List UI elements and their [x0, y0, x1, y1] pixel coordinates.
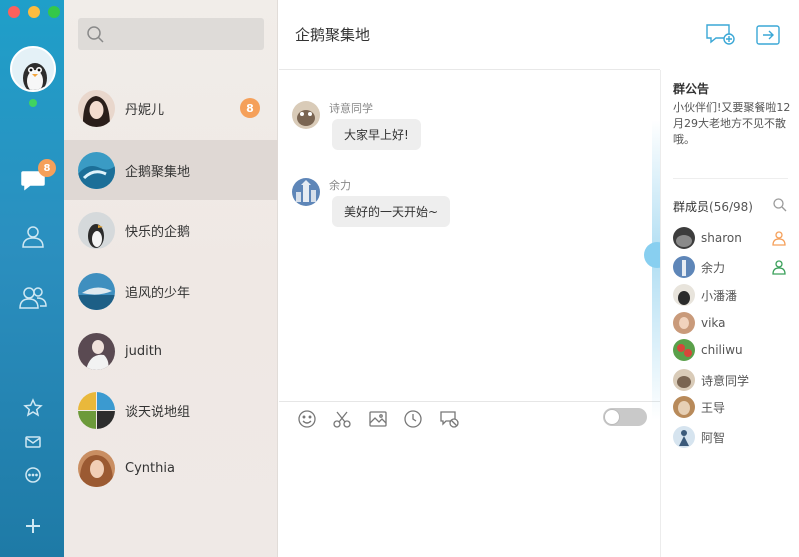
mail-icon[interactable] — [18, 427, 48, 457]
member-name: 余力 — [701, 260, 726, 275]
export-icon[interactable] — [755, 24, 787, 52]
message-sender: 诗意同学 — [329, 102, 373, 115]
chat-title: 企鹅聚集地 — [295, 26, 371, 44]
left-rail: 8 — [0, 0, 64, 557]
avatar — [673, 339, 695, 361]
avatar — [673, 369, 695, 391]
contact-icon[interactable] — [18, 221, 48, 251]
toggle-knob — [604, 409, 620, 425]
conversation-item[interactable]: judith — [64, 321, 278, 381]
avatar — [292, 101, 320, 129]
avatar — [673, 312, 695, 334]
avatar — [78, 391, 115, 429]
message-composer — [279, 401, 660, 557]
online-status-dot — [29, 99, 37, 107]
emoji-icon[interactable] — [296, 408, 318, 430]
avatar — [78, 89, 115, 127]
member-name: 小潘潘 — [701, 288, 738, 303]
conversation-name: 企鹅聚集地 — [125, 164, 191, 180]
chat-header: 企鹅聚集地 — [279, 0, 780, 70]
conversation-name: 快乐的企鹅 — [125, 224, 191, 240]
member-item[interactable]: 王导 — [673, 395, 795, 419]
conversation-item[interactable]: 谈天说地组 — [64, 380, 278, 440]
members-title: 群成员 — [673, 200, 710, 214]
member-name: chiliwu — [701, 343, 743, 357]
conversation-list: 丹妮儿 8 企鹅聚集地 快乐的企鹅 追风的少年 judith 谈天说地组 Cyn… — [64, 0, 278, 557]
plus-icon[interactable] — [18, 511, 48, 541]
member-name: vika — [701, 316, 726, 330]
avatar — [673, 396, 695, 418]
avatar — [673, 284, 695, 306]
member-item[interactable]: 诗意同学 — [673, 368, 795, 392]
message-bubble: 美好的一天开始~ — [332, 196, 451, 227]
block-message-icon[interactable] — [438, 408, 460, 430]
avatar — [673, 256, 695, 278]
search-input[interactable] — [78, 18, 264, 50]
group-info-panel: 群公告 小伙伴们!又要聚餐啦12月29大老地方不见不散哦。 群成员(56/98)… — [660, 70, 799, 557]
avatar — [78, 272, 115, 310]
notice-title: 群公告 — [673, 82, 710, 96]
group-icon[interactable] — [18, 282, 48, 312]
admin-orange-icon — [771, 230, 787, 246]
unread-badge: 8 — [38, 159, 56, 177]
member-item[interactable]: chiliwu — [673, 338, 795, 362]
avatar — [292, 178, 320, 206]
message-sender: 余力 — [329, 179, 351, 192]
member-item[interactable]: sharon — [673, 226, 795, 250]
minimize-window-button[interactable] — [28, 6, 40, 18]
panel-splitter[interactable] — [652, 120, 660, 420]
member-item[interactable]: 小潘潘 — [673, 283, 795, 307]
image-icon[interactable] — [367, 408, 389, 430]
unread-badge: 8 — [240, 98, 260, 118]
members-heading: 群成员(56/98) — [673, 198, 753, 215]
history-clock-icon[interactable] — [402, 408, 424, 430]
conversation-item[interactable]: 企鹅聚集地 — [64, 140, 278, 200]
conversation-name: Cynthia — [125, 460, 175, 476]
conversation-name: judith — [125, 343, 163, 359]
more-icon[interactable] — [18, 460, 48, 490]
member-item[interactable]: 阿智 — [673, 425, 795, 449]
chat-area: 企鹅聚集地 诗意同学 大家早上好! 余力 美好的一天开始~ — [279, 0, 780, 557]
avatar — [673, 426, 695, 448]
member-search-icon[interactable] — [772, 197, 788, 217]
close-window-button[interactable] — [8, 6, 20, 18]
star-icon[interactable] — [18, 393, 48, 423]
scissors-icon[interactable] — [331, 408, 353, 430]
avatar — [78, 449, 115, 487]
zoom-window-button[interactable] — [48, 6, 60, 18]
admin-green-icon — [771, 259, 787, 275]
member-item[interactable]: 余力 — [673, 255, 795, 279]
message-bubble: 大家早上好! — [332, 119, 421, 150]
conversation-item[interactable]: 追风的少年 — [64, 261, 278, 321]
divider — [673, 178, 788, 179]
member-name: 诗意同学 — [701, 373, 750, 388]
conversation-name: 丹妮儿 — [125, 102, 165, 118]
conversation-item[interactable]: Cynthia — [64, 438, 278, 498]
group-notice: 小伙伴们!又要聚餐啦12月29大老地方不见不散哦。 — [673, 101, 791, 146]
conversation-name: 谈天说地组 — [125, 404, 191, 420]
member-name: sharon — [701, 231, 742, 245]
member-item[interactable]: vika — [673, 311, 795, 335]
avatar — [78, 151, 115, 189]
voice-toggle[interactable] — [603, 408, 647, 426]
members-count: (56/98) — [709, 200, 753, 214]
avatar — [78, 332, 115, 370]
avatar — [78, 211, 115, 249]
search-icon — [87, 26, 104, 43]
user-avatar[interactable] — [10, 46, 56, 92]
conversation-item[interactable]: 丹妮儿 8 — [64, 78, 278, 138]
add-chat-icon[interactable] — [705, 22, 737, 50]
conversation-item[interactable]: 快乐的企鹅 — [64, 200, 278, 260]
member-name: 阿智 — [701, 430, 726, 445]
member-name: 王导 — [701, 400, 726, 415]
avatar — [673, 227, 695, 249]
conversation-name: 追风的少年 — [125, 285, 191, 301]
